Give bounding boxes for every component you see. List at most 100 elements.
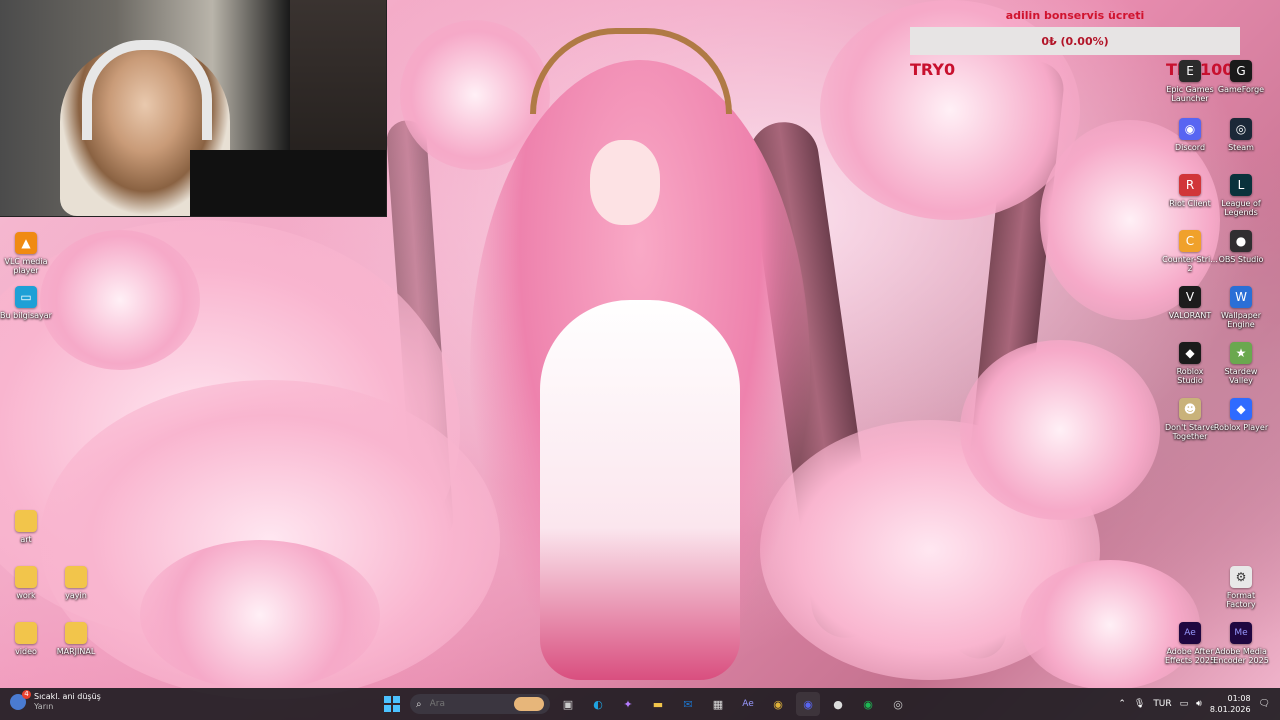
notification-icon[interactable]: 🗨︎ [1259,699,1270,709]
system-tray: ⌃ 🎙︎ TUR ▭ 🔊︎ 01:08 8.01.2026 🗨︎ [1118,688,1270,720]
edge-button[interactable]: ◐ [586,692,610,716]
search-highlight-icon [514,697,544,711]
microphone-icon[interactable]: 🎙︎ [1134,699,1145,709]
volume-icon[interactable]: 🔊︎ [1196,699,1202,709]
desktop-icon-label: Bu bilgisayar [0,311,52,320]
chevron-up-icon[interactable]: ⌃ [1118,699,1126,709]
roblox-studio-icon: ◆ [1179,342,1201,364]
outlook-button[interactable]: ✉ [676,692,700,716]
desktop-icon-label: OBS Studio [1218,255,1264,264]
copilot-button[interactable]: ✦ [616,692,640,716]
valorant-icon: V [1179,286,1201,308]
blossom-cluster [960,340,1160,520]
chrome-button[interactable]: ◉ [766,692,790,716]
desktop-icon-roblox-player[interactable]: ◆ Roblox Player [1209,398,1273,432]
desktop-icon-media-encoder[interactable]: Me Adobe Media Encoder 2025 [1209,622,1273,665]
clock[interactable]: 01:08 8.01.2026 [1210,693,1251,715]
vlc-icon: ▲ [15,232,37,254]
task-view-button[interactable]: ▣ [556,692,580,716]
desktop-icon-label: Epic Games Launcher [1166,85,1214,103]
weather-widget[interactable]: 4 Sıcakl. ani düşüş Yarın [10,690,101,712]
counter-title: adilin bonservis ücreti [1005,9,1145,22]
character-halo [530,28,732,114]
folder-icon [15,622,37,644]
taskbar: 4 Sıcakl. ani düşüş Yarın ⌕ ▣ ◐ ✦ ▬ ✉ ▦ … [0,688,1280,720]
start-button[interactable] [380,692,404,716]
spotify-button[interactable]: ◉ [856,692,880,716]
desktop-icon-label: video [15,647,37,656]
folder-icon [65,566,87,588]
folder-icon [65,622,87,644]
roblox-player-icon: ◆ [1230,398,1252,420]
desktop-icon-label: Steam [1228,143,1254,152]
desktop-icon-label: MARJINAL [56,647,96,656]
discord-button[interactable]: ◉ [796,692,820,716]
dont-starve-icon: ☻ [1179,398,1201,420]
desktop-icon-label: Format Factory [1226,591,1256,609]
counter-progress-bar: 0₺ (0.00%) [910,27,1240,55]
desktop-icon-marjinal[interactable]: MARJINAL [44,622,108,656]
language-indicator[interactable]: TUR [1153,699,1171,709]
riot-client-icon: R [1179,174,1201,196]
network-icon[interactable]: ▭ [1180,699,1189,709]
desktop-icon-label: Discord [1174,143,1206,152]
desktop-icon-label: Roblox Studio [1176,367,1204,385]
desktop-icon-label: art [20,535,32,544]
folder-icon [15,510,37,532]
desktop-icon-yayin[interactable]: yayin [44,566,108,600]
desktop-icon-gameforge[interactable]: G GameForge [1209,60,1273,94]
desktop-icon-label: VLC media player [4,257,48,275]
format-factory-icon: ⚙ [1230,566,1252,588]
after-effects-button[interactable]: Ae [736,692,760,716]
blossom-cluster [40,230,200,370]
desktop-icon-stardew-valley[interactable]: ★ Stardew Valley [1209,342,1273,385]
clock-time: 01:08 [1227,694,1251,703]
computer-icon: ▭ [15,286,37,308]
windows-icon [384,696,400,712]
counter-value: 0₺ (0.00%) [1041,34,1109,48]
desktop-icon-label: Stardew Valley [1224,367,1258,385]
desktop-icon-obs-studio[interactable]: ● OBS Studio [1209,230,1273,264]
epic-games-icon: E [1179,60,1201,82]
desktop-icon-format-factory[interactable]: ⚙ Format Factory [1209,566,1273,609]
desktop-icon-label: work [16,591,36,600]
desktop-icon-this-pc[interactable]: ▭ Bu bilgisayar [0,286,58,320]
discord-icon: ◉ [1179,118,1201,140]
after-effects-icon: Ae [1179,622,1201,644]
desktop-icon-label: yayin [65,591,87,600]
counter-strike-icon: C [1179,230,1201,252]
league-of-legends-icon: L [1230,174,1252,196]
clock-date: 8.01.2026 [1209,705,1251,714]
desktop-icon-art[interactable]: art [0,510,58,544]
obs-icon: ● [1230,230,1252,252]
webcam-monitor [190,150,386,216]
taskbar-search[interactable]: ⌕ [410,694,550,714]
weather-title: Sıcakl. ani düşüş [34,692,101,701]
weather-badge: 4 [22,690,31,699]
character-face [590,140,660,225]
steam-button[interactable]: ◎ [886,692,910,716]
desktop-icon-wallpaper-engine[interactable]: W Wallpaper Engine [1209,286,1273,329]
stardew-valley-icon: ★ [1230,342,1252,364]
desktop-icon-label: Riot Client [1169,199,1211,208]
desktop-icon-label: GameForge [1217,85,1265,94]
taskbar-apps: ⌕ ▣ ◐ ✦ ▬ ✉ ▦ Ae ◉ ◉ ● ◉ ◎ [380,688,910,720]
desktop-icon-label: Adobe Media Encoder 2025 [1213,647,1269,665]
desktop-icon-vlc[interactable]: ▲ VLC media player [0,232,58,275]
gameforge-icon: G [1230,60,1252,82]
file-explorer-button[interactable]: ▬ [646,692,670,716]
store-button[interactable]: ▦ [706,692,730,716]
desktop-icon-league-of-legends[interactable]: L League of Legends [1209,174,1273,217]
desktop-icon-label: Adobe After Effects 2025 [1164,647,1216,665]
weather-icon: 4 [10,690,31,710]
donation-counter: adilin bonservis ücreti 0₺ (0.00%) [910,8,1240,55]
headphones-icon [82,40,212,140]
media-encoder-icon: Me [1230,622,1252,644]
folder-icon [15,566,37,588]
desktop-icon-steam[interactable]: ◎ Steam [1209,118,1273,152]
search-input[interactable] [427,698,512,710]
blossom-cluster [140,540,380,690]
webcam-overlay [0,0,387,217]
desktop-icon-label: Don't Starve Together [1164,423,1216,441]
obs-button[interactable]: ● [826,692,850,716]
